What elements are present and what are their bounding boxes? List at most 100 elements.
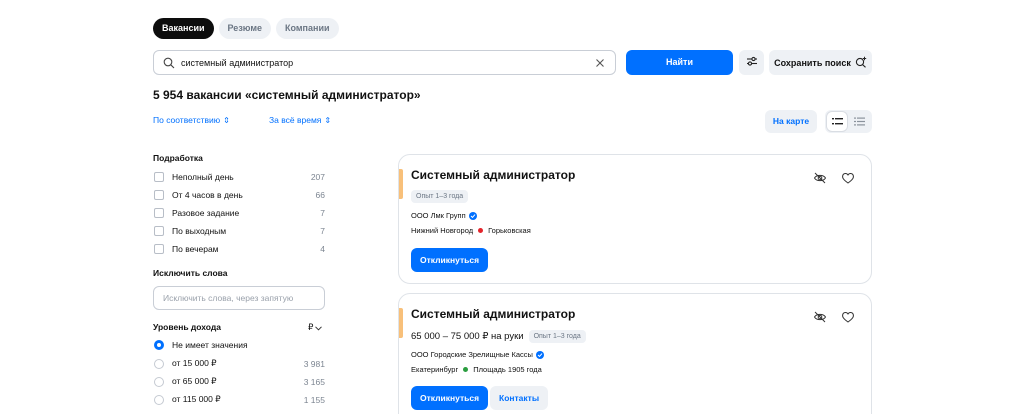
income-option[interactable]: от 115 000 ₽ 1 155: [154, 394, 325, 405]
card-actions: [813, 310, 855, 324]
company-name: ООО Лмк Групп: [411, 211, 466, 220]
radio-selected[interactable]: [154, 340, 164, 350]
income-title: Уровень дохода: [153, 322, 222, 332]
metro-station: Горьковская: [488, 226, 531, 235]
sort-period[interactable]: За всё время ⇕: [269, 115, 331, 125]
card-accent-bar: [399, 308, 403, 338]
income-option-count: 3 981: [303, 358, 325, 369]
filter-option[interactable]: От 4 часов в день 66: [154, 190, 325, 200]
checkbox[interactable]: [154, 244, 164, 254]
radio[interactable]: [154, 376, 164, 387]
tab-vacancies[interactable]: Вакансии: [153, 18, 214, 39]
card-actions: [813, 171, 855, 185]
income-option-count: 1 155: [303, 394, 325, 405]
list-view-button[interactable]: [827, 112, 847, 131]
sliders-icon: [746, 54, 758, 72]
income-option-label: Не имеет значения: [172, 340, 248, 350]
save-search-button[interactable]: Сохранить поиск: [769, 50, 872, 75]
filter-option[interactable]: Неполный день 207: [154, 172, 325, 182]
vacancy-meta: 65 000 – 75 000 ₽ на руки Опыт 1–3 года: [411, 330, 586, 343]
radio[interactable]: [154, 394, 164, 405]
filter-option-count: 66: [315, 190, 325, 200]
city: Екатеринбург: [411, 365, 459, 374]
vacancy-location: Нижний Новгород Горьковская: [411, 226, 531, 235]
salary: 65 000 – 75 000 ₽ на руки: [411, 331, 524, 342]
company-name: ООО Городские Зрелищные Кассы: [411, 350, 533, 359]
filter-option-label: От 4 часов в день: [172, 190, 243, 200]
filter-option-count: 7: [320, 208, 325, 218]
checkbox[interactable]: [154, 190, 164, 200]
city: Нижний Новгород: [411, 226, 474, 235]
metro-icon: [478, 228, 484, 233]
close-icon[interactable]: [594, 57, 606, 69]
income-option-count: 3 165: [303, 376, 325, 387]
filter-option-count: 7: [320, 226, 325, 236]
filter-option-label: По вечерам: [172, 244, 219, 254]
vacancy-card[interactable]: Системный администратор Опыт 1–3 года ОО…: [398, 154, 872, 284]
apply-button[interactable]: Откликнуться: [411, 386, 489, 410]
currency-label: ₽: [308, 322, 314, 332]
experience-badge: Опыт 1–3 года: [528, 330, 586, 343]
company-link[interactable]: ООО Городские Зрелищные Кассы: [411, 350, 544, 359]
vacancy-card[interactable]: Системный администратор 65 000 – 75 000 …: [398, 293, 872, 414]
filter-option-count: 207: [310, 172, 325, 182]
search-input[interactable]: системный администратор: [153, 50, 616, 75]
filter-option-label: Неполный день: [172, 172, 234, 182]
sort-arrows-icon: ⇕: [223, 115, 230, 125]
currency-select[interactable]: ₽: [308, 322, 323, 333]
metro-station: Площадь 1905 года: [473, 365, 542, 374]
hide-icon[interactable]: [813, 171, 827, 185]
find-button[interactable]: Найти: [626, 50, 733, 75]
apply-button[interactable]: Откликнуться: [411, 248, 489, 272]
experience-badge: Опыт 1–3 года: [411, 190, 469, 203]
vacancy-meta: Опыт 1–3 года: [411, 190, 469, 203]
vacancy-title[interactable]: Системный администратор: [411, 168, 575, 182]
company-link[interactable]: ООО Лмк Групп: [411, 211, 477, 220]
filter-option[interactable]: По вечерам 4: [154, 244, 325, 254]
sort-relevance-label: По соответствию: [153, 115, 221, 125]
search-query[interactable]: системный администратор: [181, 58, 594, 68]
exclude-words-title: Исключить слова: [153, 268, 228, 278]
chevron-down-icon: [315, 323, 323, 333]
filter-option-count: 4: [320, 244, 325, 254]
section-tabs: Вакансии Резюме Компании: [153, 18, 339, 39]
income-option[interactable]: от 65 000 ₽ 3 165: [154, 376, 325, 387]
metro-icon: [463, 367, 469, 372]
filter-option-label: Разовое задание: [172, 208, 240, 218]
sort-relevance[interactable]: По соответствию ⇕: [153, 115, 230, 125]
filter-option[interactable]: Разовое задание 7: [154, 208, 325, 218]
search-plus-icon: [855, 56, 867, 70]
income-option[interactable]: Не имеет значения: [154, 340, 325, 350]
results-title: 5 954 вакансии «системный администратор»: [153, 88, 421, 102]
income-option-label: от 115 000 ₽: [172, 394, 221, 404]
verified-icon: [468, 211, 477, 220]
list-icon: [831, 113, 843, 131]
filter-option[interactable]: По выходным 7: [154, 226, 325, 236]
sort-arrows-icon: ⇕: [324, 115, 332, 125]
hide-icon[interactable]: [813, 310, 827, 324]
checkbox[interactable]: [154, 172, 164, 182]
part-time-title: Подработка: [153, 153, 203, 163]
vacancy-title[interactable]: Системный администратор: [411, 307, 575, 321]
income-option-label: от 65 000 ₽: [172, 376, 217, 386]
checkbox[interactable]: [154, 226, 164, 236]
tab-resumes[interactable]: Резюме: [218, 18, 272, 39]
heart-icon[interactable]: [841, 310, 855, 324]
card-accent-bar: [399, 169, 403, 199]
sort-period-label: За всё время: [269, 115, 322, 125]
search-icon: [163, 57, 175, 69]
heart-icon[interactable]: [841, 171, 855, 185]
compact-view-button[interactable]: [849, 112, 869, 131]
verified-icon: [535, 350, 544, 359]
checkbox[interactable]: [154, 208, 164, 218]
contacts-button[interactable]: Контакты: [490, 386, 549, 410]
exclude-words-input[interactable]: Исключить слова, через запятую: [153, 286, 325, 310]
map-button[interactable]: На карте: [765, 110, 817, 133]
income-option-label: от 15 000 ₽: [172, 358, 217, 368]
compact-list-icon: [853, 113, 865, 131]
radio[interactable]: [154, 358, 164, 369]
income-option[interactable]: от 15 000 ₽ 3 981: [154, 358, 325, 369]
filters-button[interactable]: [739, 50, 764, 75]
save-search-label: Сохранить поиск: [774, 57, 851, 68]
tab-companies[interactable]: Компании: [276, 18, 339, 39]
